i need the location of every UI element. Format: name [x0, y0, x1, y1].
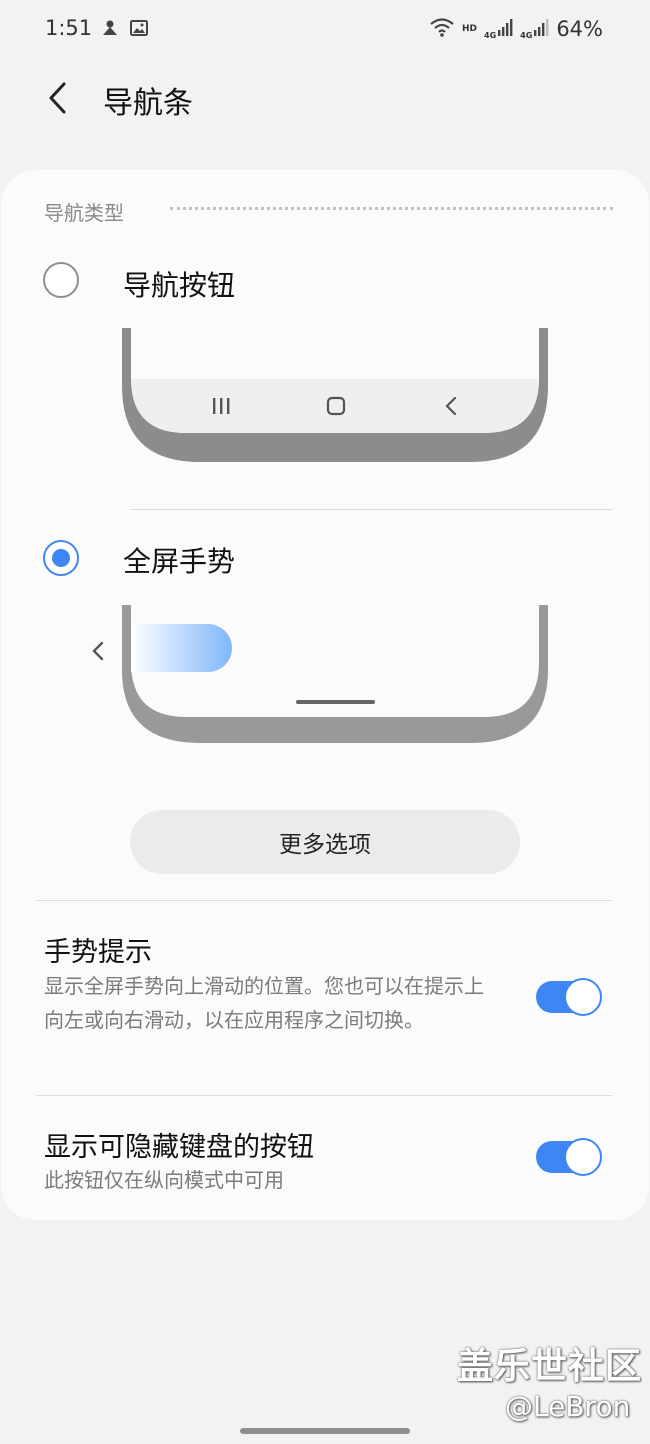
notification-icon	[100, 18, 120, 42]
option-label-navigation-buttons[interactable]: 导航按钮	[123, 264, 235, 304]
status-time: 1:51	[45, 16, 93, 40]
network-label: 4G	[484, 31, 497, 40]
wifi-icon	[429, 16, 455, 42]
keyboard-button-toggle[interactable]	[536, 1138, 602, 1176]
chevron-left-icon	[46, 81, 70, 119]
signal-icon	[533, 18, 549, 40]
gesture-hint-bar	[296, 700, 375, 704]
option-label-full-screen-gestures[interactable]: 全屏手势	[123, 540, 235, 580]
navigation-buttons-preview[interactable]	[0, 326, 650, 466]
watermark-title: 盖乐世社区	[457, 1346, 643, 1387]
chevron-left-icon	[92, 641, 104, 661]
gesture-hint-description: 显示全屏手势向上滑动的位置。您也可以在提示上向左或向右滑动，以在应用程序之间切换…	[44, 974, 484, 1032]
section-title: 导航类型	[44, 201, 124, 225]
section-divider-2	[36, 900, 613, 901]
section-divider	[170, 207, 613, 210]
gallery-icon	[129, 18, 149, 42]
gesture-hint-toggle[interactable]	[536, 978, 602, 1016]
gesture-hint-title[interactable]: 手势提示	[44, 930, 152, 969]
back-button[interactable]	[36, 78, 80, 122]
status-bar: 1:51 HD 4G 4G 64%	[0, 0, 650, 60]
hd-label: HD	[462, 24, 478, 34]
row-divider	[36, 1095, 613, 1096]
watermark-handle: @LeBron	[505, 1390, 631, 1423]
radio-navigation-buttons[interactable]	[43, 262, 79, 298]
network-label: 4G	[520, 31, 533, 40]
signal-icon	[497, 18, 513, 40]
keyboard-button-description: 此按钮仅在纵向模式中可用	[44, 1168, 284, 1192]
full-screen-gestures-preview[interactable]	[0, 600, 650, 750]
option-divider	[130, 509, 613, 510]
keyboard-button-title[interactable]: 显示可隐藏键盘的按钮	[44, 1125, 314, 1164]
radio-full-screen-gestures[interactable]	[43, 540, 79, 576]
page-title: 导航条	[103, 86, 193, 121]
home-indicator[interactable]	[240, 1428, 410, 1434]
more-options-button[interactable]: 更多选项	[130, 810, 520, 874]
battery-percent: 64%	[556, 17, 603, 41]
